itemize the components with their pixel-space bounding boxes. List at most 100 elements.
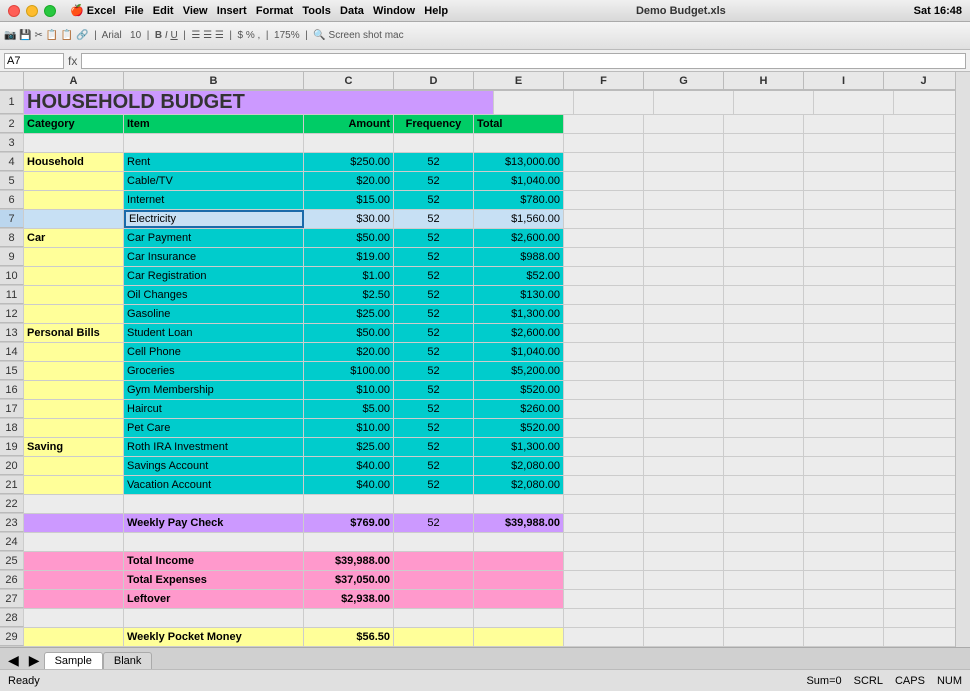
cell-18a[interactable] bbox=[24, 419, 124, 437]
cell-14b[interactable]: Cell Phone bbox=[124, 343, 304, 361]
cell-22h[interactable] bbox=[724, 495, 804, 513]
cell-14a[interactable] bbox=[24, 343, 124, 361]
cell-16e[interactable]: $520.00 bbox=[474, 381, 564, 399]
cell-23i[interactable] bbox=[804, 514, 884, 532]
cell-28c[interactable] bbox=[304, 609, 394, 627]
cell-3a[interactable] bbox=[24, 134, 124, 152]
cell-8j[interactable] bbox=[884, 229, 955, 247]
formula-input[interactable] bbox=[81, 53, 966, 69]
title-cell[interactable]: HOUSEHOLD BUDGET bbox=[24, 91, 494, 114]
col-header-g[interactable]: G bbox=[644, 72, 724, 90]
cell-5b[interactable]: Cable/TV bbox=[124, 172, 304, 190]
cell-28j[interactable] bbox=[884, 609, 955, 627]
cell-13c[interactable]: $50.00 bbox=[304, 324, 394, 342]
cell-21f[interactable] bbox=[564, 476, 644, 494]
cell-20b[interactable]: Savings Account bbox=[124, 457, 304, 475]
cell-14d[interactable]: 52 bbox=[394, 343, 474, 361]
cell-11h[interactable] bbox=[724, 286, 804, 304]
cell-19i[interactable] bbox=[804, 438, 884, 456]
cell-17c[interactable]: $5.00 bbox=[304, 400, 394, 418]
cell-12d[interactable]: 52 bbox=[394, 305, 474, 323]
cell-5c[interactable]: $20.00 bbox=[304, 172, 394, 190]
cell-24g[interactable] bbox=[644, 533, 724, 551]
cell-6a[interactable] bbox=[24, 191, 124, 209]
cell-15h[interactable] bbox=[724, 362, 804, 380]
cell-10h[interactable] bbox=[724, 267, 804, 285]
cell-25i[interactable] bbox=[804, 552, 884, 570]
cell-27i[interactable] bbox=[804, 590, 884, 608]
cell-11d[interactable]: 52 bbox=[394, 286, 474, 304]
cell-12c[interactable]: $25.00 bbox=[304, 305, 394, 323]
cell-28a[interactable] bbox=[24, 609, 124, 627]
cell-8g[interactable] bbox=[644, 229, 724, 247]
cell-5i[interactable] bbox=[804, 172, 884, 190]
cell-4c[interactable]: $250.00 bbox=[304, 153, 394, 171]
cell-13g[interactable] bbox=[644, 324, 724, 342]
cell-25f[interactable] bbox=[564, 552, 644, 570]
cell-25e[interactable] bbox=[474, 552, 564, 570]
cell-16g[interactable] bbox=[644, 381, 724, 399]
cell-2j[interactable] bbox=[884, 115, 955, 133]
cell-22f[interactable] bbox=[564, 495, 644, 513]
cell-28e[interactable] bbox=[474, 609, 564, 627]
cell-28d[interactable] bbox=[394, 609, 474, 627]
cell-6i[interactable] bbox=[804, 191, 884, 209]
cell-7c[interactable]: $30.00 bbox=[304, 210, 394, 228]
cell-26e[interactable] bbox=[474, 571, 564, 589]
cell-14c[interactable]: $20.00 bbox=[304, 343, 394, 361]
cell-10i[interactable] bbox=[804, 267, 884, 285]
cell-8a[interactable]: Car bbox=[24, 229, 124, 247]
cell-4b[interactable]: Rent bbox=[124, 153, 304, 171]
cell-1i[interactable] bbox=[734, 91, 814, 114]
cell-24a[interactable] bbox=[24, 533, 124, 551]
cell-3b[interactable] bbox=[124, 134, 304, 152]
col-header-a[interactable]: A bbox=[24, 72, 124, 90]
cell-18c[interactable]: $10.00 bbox=[304, 419, 394, 437]
tab-sample[interactable]: Sample bbox=[44, 652, 103, 669]
cell-21a[interactable] bbox=[24, 476, 124, 494]
cell-4j[interactable] bbox=[884, 153, 955, 171]
cell-1g[interactable] bbox=[574, 91, 654, 114]
cell-8d[interactable]: 52 bbox=[394, 229, 474, 247]
cell-6e[interactable]: $780.00 bbox=[474, 191, 564, 209]
cell-20f[interactable] bbox=[564, 457, 644, 475]
cell-14g[interactable] bbox=[644, 343, 724, 361]
cell-25a[interactable] bbox=[24, 552, 124, 570]
cell-20c[interactable]: $40.00 bbox=[304, 457, 394, 475]
cell-7a[interactable] bbox=[24, 210, 124, 228]
cell-24f[interactable] bbox=[564, 533, 644, 551]
cell-16i[interactable] bbox=[804, 381, 884, 399]
cell-3e[interactable] bbox=[474, 134, 564, 152]
cell-9e[interactable]: $988.00 bbox=[474, 248, 564, 266]
cell-23d[interactable]: 52 bbox=[394, 514, 474, 532]
cell-7d[interactable]: 52 bbox=[394, 210, 474, 228]
cell-6h[interactable] bbox=[724, 191, 804, 209]
cell-13h[interactable] bbox=[724, 324, 804, 342]
minimize-button[interactable] bbox=[26, 5, 38, 17]
cell-3g[interactable] bbox=[644, 134, 724, 152]
cell-12a[interactable] bbox=[24, 305, 124, 323]
cell-6d[interactable]: 52 bbox=[394, 191, 474, 209]
cell-24b[interactable] bbox=[124, 533, 304, 551]
cell-24i[interactable] bbox=[804, 533, 884, 551]
cell-18h[interactable] bbox=[724, 419, 804, 437]
prev-sheet-button[interactable]: ◀ bbox=[4, 652, 23, 669]
cell-23b[interactable]: Weekly Pay Check bbox=[124, 514, 304, 532]
cell-21j[interactable] bbox=[884, 476, 955, 494]
cell-29c[interactable]: $56.50 bbox=[304, 628, 394, 646]
cell-21e[interactable]: $2,080.00 bbox=[474, 476, 564, 494]
cell-14h[interactable] bbox=[724, 343, 804, 361]
cell-19a[interactable]: Saving bbox=[24, 438, 124, 456]
cell-27b[interactable]: Leftover bbox=[124, 590, 304, 608]
cell-27f[interactable] bbox=[564, 590, 644, 608]
cell-24d[interactable] bbox=[394, 533, 474, 551]
col-header-h[interactable]: H bbox=[724, 72, 804, 90]
cell-9h[interactable] bbox=[724, 248, 804, 266]
cell-14j[interactable] bbox=[884, 343, 955, 361]
cell-10d[interactable]: 52 bbox=[394, 267, 474, 285]
cell-16c[interactable]: $10.00 bbox=[304, 381, 394, 399]
cell-2g[interactable] bbox=[644, 115, 724, 133]
cell-8e[interactable]: $2,600.00 bbox=[474, 229, 564, 247]
cell-10e[interactable]: $52.00 bbox=[474, 267, 564, 285]
cell-4i[interactable] bbox=[804, 153, 884, 171]
